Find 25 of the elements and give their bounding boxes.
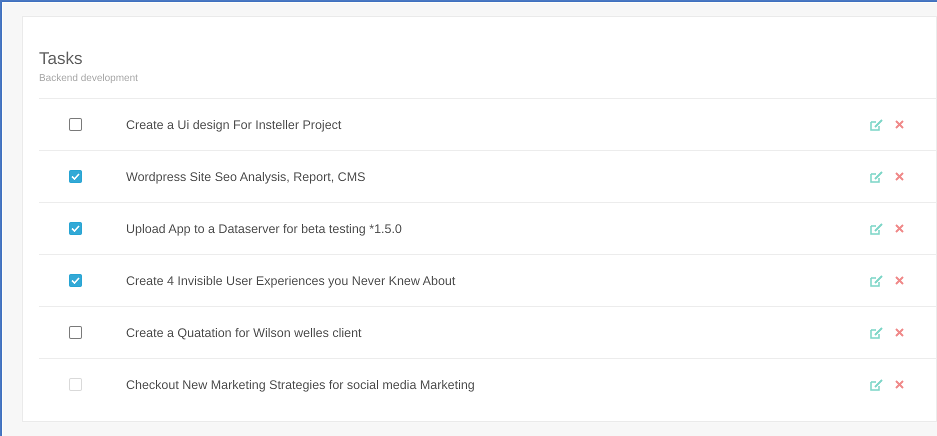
delete-icon[interactable] [895, 276, 904, 285]
checkbox[interactable] [69, 118, 82, 131]
delete-icon[interactable] [895, 380, 904, 389]
edit-icon[interactable] [870, 274, 883, 286]
edit-icon[interactable] [870, 170, 883, 182]
checkbox[interactable] [69, 274, 82, 287]
card-title: Tasks [39, 49, 84, 69]
checkbox[interactable] [69, 326, 82, 339]
edit-icon[interactable] [870, 326, 883, 338]
checkbox[interactable] [69, 222, 82, 235]
task-label: Create a Quatation for Wilson welles client [126, 326, 363, 340]
task-label: Upload App to a Dataserver for beta testing *1.5.0 [126, 222, 403, 236]
edit-icon[interactable] [870, 378, 883, 390]
delete-icon[interactable] [895, 328, 904, 337]
card-subtitle: Backend development [39, 73, 139, 84]
delete-icon[interactable] [895, 172, 904, 181]
task-label: Create a Ui design For Insteller Project [126, 118, 342, 132]
delete-icon[interactable] [895, 224, 904, 233]
edit-icon[interactable] [870, 118, 883, 130]
checkbox[interactable] [69, 170, 82, 183]
task-label: Create 4 Invisible User Experiences you Never Knew About [126, 274, 456, 288]
task-label: Wordpress Site Seo Analysis, Report, CMS [126, 170, 366, 184]
task-label: Checkout New Marketing Strategies for social media Marketing [126, 378, 476, 392]
edit-icon[interactable] [870, 222, 883, 234]
delete-icon[interactable] [895, 120, 904, 129]
